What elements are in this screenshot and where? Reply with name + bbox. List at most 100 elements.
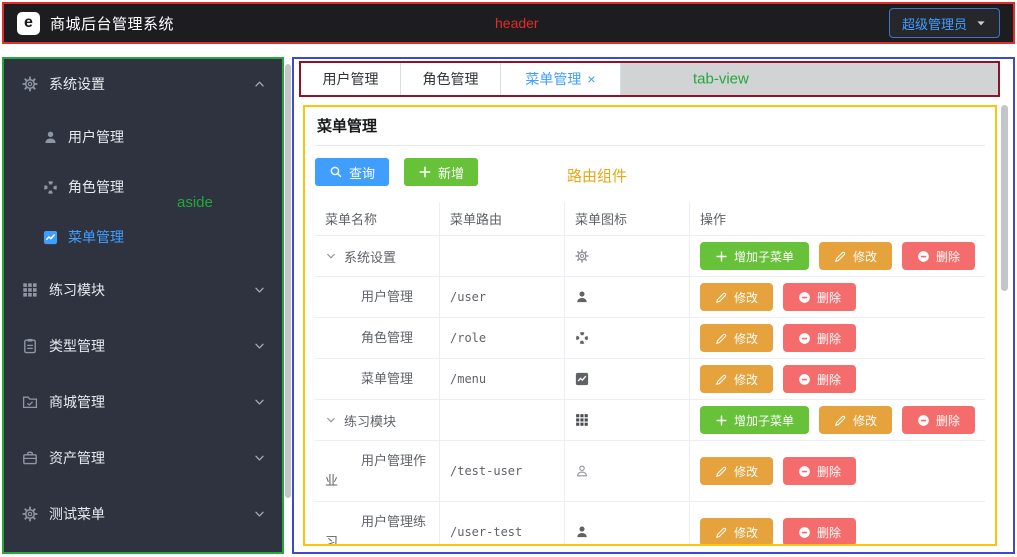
row-actions: 修改 删除	[690, 318, 985, 358]
sidebar-item-test-menu[interactable]: 测试菜单	[4, 486, 282, 542]
query-button[interactable]: 查询	[315, 158, 389, 186]
sidebar-scrollbar[interactable]	[285, 64, 291, 498]
router-view-content: 菜单管理 查询 新增 路由组件 菜单名称菜单路由菜单图标操作系统设置增加子菜单修…	[303, 105, 997, 546]
menu-route: /role	[450, 331, 486, 345]
menu-name: 练习模块	[344, 411, 396, 430]
admin-dropdown-label: 超级管理员	[902, 14, 967, 33]
delete-button[interactable]: 删除	[902, 406, 975, 434]
gear-icon	[575, 249, 589, 263]
delete-button[interactable]: 删除	[783, 324, 856, 352]
row-actions: 修改 删除	[690, 441, 985, 501]
tab-menu-management[interactable]: 菜单管理 ×	[501, 63, 621, 95]
suitcase-icon	[22, 450, 38, 466]
edit-button[interactable]: 修改	[700, 457, 773, 485]
sidebar: 系统设置用户管理角色管理菜单管理练习模块类型管理商城管理资产管理测试菜单 asi…	[2, 57, 284, 554]
tab-label: 菜单管理	[525, 69, 581, 89]
add-button[interactable]: 新增	[404, 158, 478, 186]
tab-user-management[interactable]: 用户管理	[301, 63, 401, 95]
tab-close-icon[interactable]: ×	[587, 72, 595, 86]
delete-button-label: 删除	[817, 289, 841, 306]
table-row: 系统设置 增加子菜单 修改 删除	[315, 236, 985, 277]
edit-button[interactable]: 修改	[700, 324, 773, 352]
edit-button[interactable]: 修改	[700, 365, 773, 393]
header: e 商城后台管理系统 header 超级管理员	[2, 2, 1015, 44]
sidebar-item-system-settings[interactable]: 系统设置	[4, 59, 282, 109]
chart-icon	[575, 372, 589, 386]
sidebar-item-label: 类型管理	[49, 336, 105, 356]
edit-button-label: 修改	[853, 248, 877, 265]
chevron-down-icon	[253, 396, 266, 409]
sidebar-subitem-label: 用户管理	[68, 127, 124, 147]
clipboard-icon	[22, 338, 38, 354]
edit-button-label: 修改	[734, 463, 758, 480]
sidebar-item-label: 资产管理	[49, 448, 105, 468]
sidebar-subitem-label: 菜单管理	[68, 227, 124, 247]
edit-button[interactable]: 修改	[700, 518, 773, 546]
plus-icon	[715, 414, 728, 427]
aside-annotation-label: aside	[177, 194, 213, 211]
edit-button-label: 修改	[853, 412, 877, 429]
remove-icon	[798, 373, 811, 386]
query-button-label: 查询	[349, 163, 375, 182]
sidebar-subitem-role-management[interactable]: 角色管理	[4, 162, 282, 212]
lifebuoy-icon	[575, 331, 589, 345]
pen-icon	[715, 465, 728, 478]
column-header: 操作	[690, 202, 985, 235]
remove-icon	[917, 414, 930, 427]
sidebar-item-label: 练习模块	[49, 280, 105, 300]
delete-button-label: 删除	[817, 330, 841, 347]
sidebar-menu: 系统设置用户管理角色管理菜单管理练习模块类型管理商城管理资产管理测试菜单	[4, 59, 282, 542]
plus-icon	[715, 250, 728, 263]
sidebar-item-asset-management[interactable]: 资产管理	[4, 430, 282, 486]
grid-icon	[22, 282, 38, 298]
add-child-button[interactable]: 增加子菜单	[700, 406, 809, 434]
sidebar-subitem-user-management[interactable]: 用户管理	[4, 112, 282, 162]
user-icon	[575, 525, 589, 539]
delete-button[interactable]: 删除	[783, 457, 856, 485]
delete-button[interactable]: 删除	[783, 365, 856, 393]
remove-icon	[798, 465, 811, 478]
admin-dropdown-button[interactable]: 超级管理员	[889, 8, 1000, 38]
edit-button[interactable]: 修改	[819, 406, 892, 434]
menu-name: 角色管理	[325, 328, 429, 348]
delete-button[interactable]: 删除	[902, 242, 975, 270]
delete-button[interactable]: 删除	[783, 518, 856, 546]
menu-name: 用户管理	[325, 287, 429, 307]
content-scrollbar[interactable]	[1001, 105, 1008, 291]
tab-bar: 用户管理 角色管理 菜单管理 × tab-view	[299, 61, 1000, 97]
tab-bar-filler: tab-view	[621, 63, 998, 95]
sidebar-item-label: 商城管理	[49, 392, 105, 412]
edit-button[interactable]: 修改	[819, 242, 892, 270]
edit-button[interactable]: 修改	[700, 283, 773, 311]
router-annotation-label: 路由组件	[567, 165, 627, 186]
expand-arrow-icon[interactable]	[325, 250, 337, 262]
chart-icon	[43, 230, 58, 245]
table-row: 菜单管理/menu修改删除	[315, 359, 985, 400]
expand-arrow-icon[interactable]	[325, 414, 337, 426]
delete-button[interactable]: 删除	[783, 283, 856, 311]
add-child-button[interactable]: 增加子菜单	[700, 242, 809, 270]
tab-view-annotation-label: tab-view	[693, 71, 749, 88]
table-header-row: 菜单名称菜单路由菜单图标操作	[315, 202, 985, 236]
toolbar: 查询 新增 路由组件	[315, 158, 985, 186]
table-row: 用户管理练习/user-test修改删除	[315, 502, 985, 546]
sidebar-item-label: 测试菜单	[49, 504, 105, 524]
menu-route: /test-user	[450, 464, 522, 478]
edit-button-label: 修改	[734, 289, 758, 306]
sidebar-subitem-label: 角色管理	[68, 177, 124, 197]
sidebar-item-type-management[interactable]: 类型管理	[4, 318, 282, 374]
menu-name: 系统设置	[344, 247, 396, 266]
table-row: 用户管理作业/test-user修改删除	[315, 441, 985, 502]
sidebar-item-practice-module[interactable]: 练习模块	[4, 262, 282, 318]
pen-icon	[834, 250, 847, 263]
table-row: 用户管理/user修改删除	[315, 277, 985, 318]
delete-button-label: 删除	[817, 463, 841, 480]
app-title: 商城后台管理系统	[50, 13, 174, 34]
tab-role-management[interactable]: 角色管理	[401, 63, 501, 95]
pen-icon	[834, 414, 847, 427]
caret-down-icon	[975, 17, 987, 29]
sidebar-item-mall-management[interactable]: 商城管理	[4, 374, 282, 430]
sidebar-subitem-menu-management[interactable]: 菜单管理	[4, 212, 282, 262]
tab-label: 角色管理	[423, 69, 479, 89]
gear-icon	[22, 506, 38, 522]
